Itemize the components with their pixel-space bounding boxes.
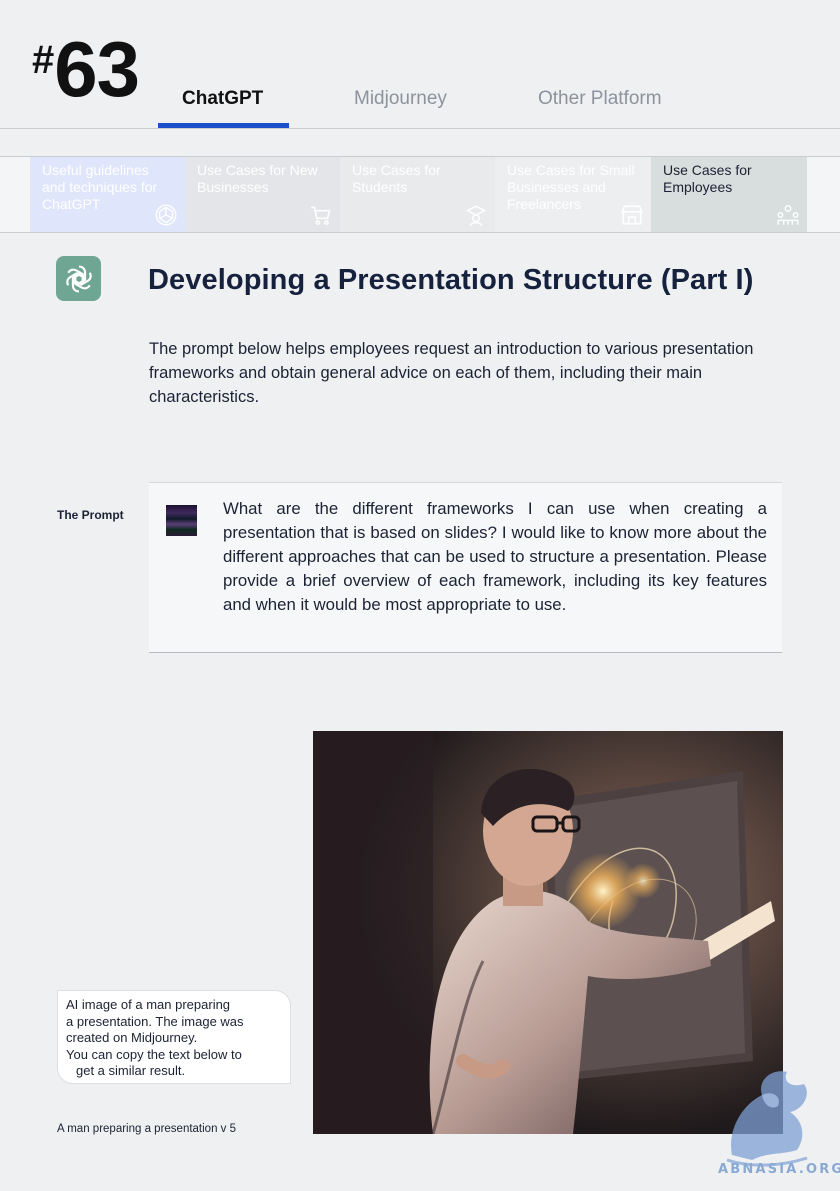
caption-line: created on Midjourney. — [66, 1030, 198, 1045]
image-caption: AI image of a man preparing a presentati… — [57, 990, 291, 1084]
store-icon — [621, 205, 643, 225]
category-label: Use Cases for Small Businesses and Freel… — [507, 162, 635, 212]
category-label: Use Cases for New Businesses — [197, 162, 318, 195]
team-icon — [777, 205, 799, 225]
category-label: Use Cases for Employees — [663, 162, 752, 195]
prompt-text[interactable]: What are the different frameworks I can … — [223, 497, 767, 617]
category-students[interactable]: Use Cases for Students — [340, 157, 495, 232]
watermark-text: ABNASIA.ORG — [718, 1162, 840, 1177]
page-number-hash: # — [32, 38, 55, 82]
prompt-label: The Prompt — [57, 508, 124, 522]
intro-paragraph: The prompt below helps employees request… — [149, 340, 754, 406]
caption-line: a presentation. The image was — [66, 1013, 244, 1029]
prompt-box: What are the different frameworks I can … — [149, 482, 782, 653]
cart-icon — [311, 206, 331, 226]
openai-logo-icon — [155, 204, 177, 226]
tab-midjourney[interactable]: Midjourney — [354, 88, 447, 110]
page-number-value: 63 — [54, 25, 140, 113]
tab-other-platform[interactable]: Other Platform — [538, 88, 662, 110]
tab-chatgpt[interactable]: ChatGPT — [182, 88, 263, 110]
category-new-businesses[interactable]: Use Cases for New Businesses — [185, 157, 340, 232]
category-nav: Useful guidelines and techniques for Cha… — [0, 156, 840, 233]
category-label: Use Cases for Students — [352, 162, 441, 195]
page-title: Developing a Presentation Structure (Par… — [148, 264, 754, 296]
chatgpt-logo — [56, 256, 101, 301]
category-employees[interactable]: Use Cases for Employees — [651, 157, 807, 232]
openai-logo-icon — [65, 264, 92, 293]
page-number: # 63 — [32, 25, 140, 113]
category-guidelines[interactable]: Useful guidelines and techniques for Cha… — [30, 157, 185, 232]
graduate-icon — [465, 205, 487, 227]
prompt-avatar-image — [166, 505, 197, 536]
page-header: # 63 ChatGPT Midjourney Other Platform — [0, 0, 840, 130]
category-label: Useful guidelines and techniques for Cha… — [42, 162, 158, 212]
category-small-businesses[interactable]: Use Cases for Small Businesses and Freel… — [495, 157, 651, 232]
midjourney-prompt-text[interactable]: A man preparing a presentation v 5 — [57, 1123, 236, 1135]
caption-line: get a similar result. — [76, 1063, 186, 1078]
caption-line: AI image of a man preparing — [66, 997, 231, 1012]
caption-line: You can copy the text below to — [66, 1046, 242, 1062]
header-divider — [0, 128, 840, 129]
